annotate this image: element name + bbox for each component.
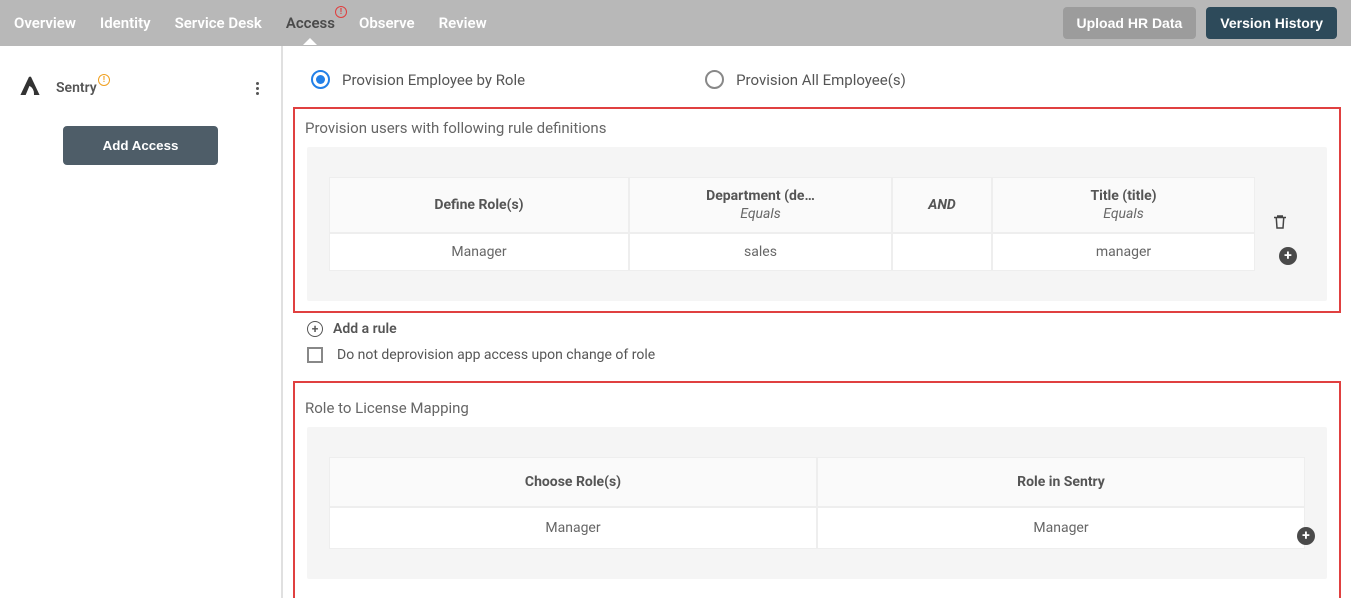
column-role-in-app: Role in Sentry [817, 457, 1305, 507]
upload-hr-data-button[interactable]: Upload HR Data [1063, 7, 1197, 39]
field-name: Title (title) [1007, 188, 1240, 204]
mapping-table-row: Manager Manager [329, 507, 1305, 549]
radio-unselected-icon [705, 70, 724, 89]
mapping-section-highlight: Role to License Mapping Choose Role(s) R… [293, 381, 1341, 598]
top-actions: Upload HR Data Version History [1063, 7, 1338, 39]
add-rule-button[interactable]: + Add a rule [307, 321, 1341, 337]
cell-role-in-app[interactable]: Manager [817, 507, 1305, 549]
deprovision-checkbox-row: Do not deprovision app access upon chang… [307, 347, 1341, 363]
provision-radio-group: Provision Employee by Role Provision All… [311, 70, 1341, 89]
kebab-menu-icon[interactable] [252, 76, 263, 101]
operator-and: AND [892, 177, 992, 233]
cell-and-spacer [892, 233, 992, 271]
version-history-button[interactable]: Version History [1206, 7, 1337, 39]
radio-label: Provision Employee by Role [342, 71, 525, 89]
main-content: Provision Employee by Role Provision All… [283, 46, 1351, 598]
deprovision-checkbox[interactable] [307, 347, 323, 363]
cell-department[interactable]: sales [629, 233, 892, 271]
plus-circle-icon: + [307, 321, 323, 337]
warning-badge-icon: ! [98, 74, 110, 86]
column-define-roles: Define Role(s) [329, 177, 629, 233]
tab-overview[interactable]: Overview [14, 2, 76, 44]
tab-service-desk[interactable]: Service Desk [175, 2, 262, 44]
mapping-table-header: Choose Role(s) Role in Sentry [329, 457, 1305, 507]
mapping-card: Choose Role(s) Role in Sentry Manager Ma… [307, 427, 1327, 579]
field-operator: Equals [1007, 206, 1240, 222]
add-access-button[interactable]: Add Access [63, 126, 219, 165]
cell-choose-role[interactable]: Manager [329, 507, 817, 549]
radio-provision-by-role[interactable]: Provision Employee by Role [311, 70, 525, 89]
cell-role[interactable]: Manager [329, 233, 629, 271]
sentry-app-icon [18, 74, 42, 102]
tab-identity[interactable]: Identity [100, 2, 151, 44]
mapping-table: Choose Role(s) Role in Sentry Manager Ma… [329, 457, 1305, 549]
radio-selected-icon [311, 70, 330, 89]
rules-table: Define Role(s) Department (de… Equals AN… [329, 177, 1305, 271]
column-department: Department (de… Equals [629, 177, 892, 233]
tab-label: Access [286, 14, 335, 32]
deprovision-label: Do not deprovision app access upon chang… [337, 347, 655, 363]
tab-strip: Overview Identity Service Desk Access ! … [14, 2, 1063, 44]
add-rule-label: Add a rule [333, 321, 397, 337]
column-choose-roles: Choose Role(s) [329, 457, 817, 507]
sidebar-app-item[interactable]: Sentry ! [0, 66, 281, 110]
rules-table-header: Define Role(s) Department (de… Equals AN… [329, 177, 1255, 233]
column-title: Title (title) Equals [992, 177, 1255, 233]
sidebar: Sentry ! Add Access [0, 46, 283, 598]
tab-review[interactable]: Review [439, 2, 487, 44]
field-name: Department (de… [644, 188, 877, 204]
tab-observe[interactable]: Observe [359, 2, 415, 44]
top-navigation-bar: Overview Identity Service Desk Access ! … [0, 0, 1351, 46]
rules-section-title: Provision users with following rule defi… [305, 119, 1339, 137]
add-mapping-button[interactable]: + [1297, 527, 1315, 545]
rules-section-highlight: Provision users with following rule defi… [293, 107, 1341, 313]
rules-card: Define Role(s) Department (de… Equals AN… [307, 147, 1327, 301]
tab-access[interactable]: Access ! [286, 2, 335, 44]
sidebar-app-label: Sentry ! [56, 80, 238, 96]
trash-icon [1271, 212, 1289, 236]
mapping-section-title: Role to License Mapping [305, 399, 1339, 417]
add-condition-button[interactable]: + [1279, 247, 1297, 265]
radio-provision-all[interactable]: Provision All Employee(s) [705, 70, 906, 89]
rules-table-row: Manager sales manager [329, 233, 1255, 271]
radio-label: Provision All Employee(s) [736, 71, 906, 89]
field-operator: Equals [644, 206, 877, 222]
alert-badge-icon: ! [335, 6, 347, 18]
cell-title[interactable]: manager [992, 233, 1255, 271]
